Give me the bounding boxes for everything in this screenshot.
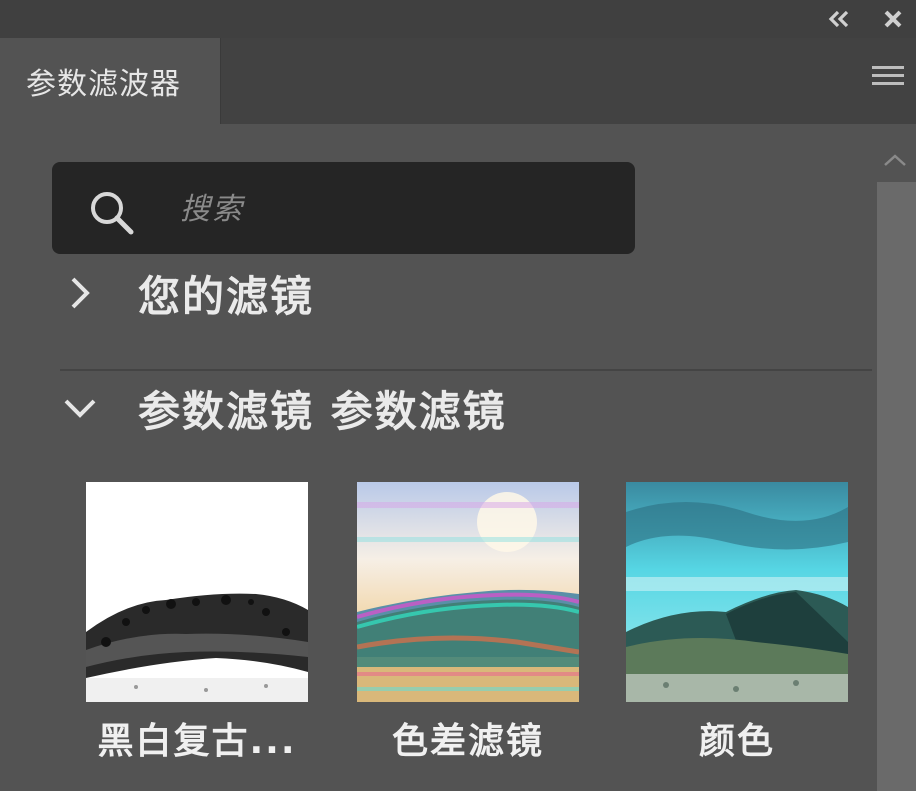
search-placeholder: 搜索 (180, 192, 244, 227)
section-title: 参数滤镜 参数滤镜 (138, 386, 507, 436)
hamburger-menu-icon[interactable] (872, 66, 904, 94)
filter-thumbnail-color[interactable] (626, 482, 848, 702)
scroll-up-arrow-icon[interactable] (875, 140, 915, 180)
double-chevron-left-icon[interactable] (826, 6, 852, 32)
chevron-down-icon (60, 388, 100, 428)
tab-strip: 参数滤波器 (0, 38, 916, 124)
panel-title-bar (0, 0, 916, 38)
scrollbar-thumb[interactable] (877, 182, 916, 791)
filter-label: 颜色 (698, 721, 775, 762)
parametric-filters-panel: 参数滤波器 搜索 您的滤镜 参数滤镜 参数滤镜 黑白复古... 色差滤镜 颜色 (0, 0, 916, 791)
section-parametric-filters[interactable]: 参数滤镜 参数滤镜 (60, 373, 860, 443)
filter-thumbnail-black-white-retro[interactable] (86, 482, 308, 702)
tab-parametric-filters[interactable]: 参数滤波器 (0, 38, 221, 124)
chevron-right-icon (60, 273, 100, 313)
filter-label: 黑白复古... (97, 721, 297, 762)
search-icon (91, 192, 134, 235)
section-title: 您的滤镜 (138, 271, 315, 321)
close-icon[interactable] (880, 6, 906, 32)
filter-thumbnail-chromatic-aberration[interactable] (357, 482, 579, 702)
filter-label: 色差滤镜 (391, 721, 544, 762)
section-your-filters[interactable]: 您的滤镜 (60, 258, 860, 328)
tab-label: 参数滤波器 (26, 67, 181, 102)
section-divider (60, 369, 872, 371)
